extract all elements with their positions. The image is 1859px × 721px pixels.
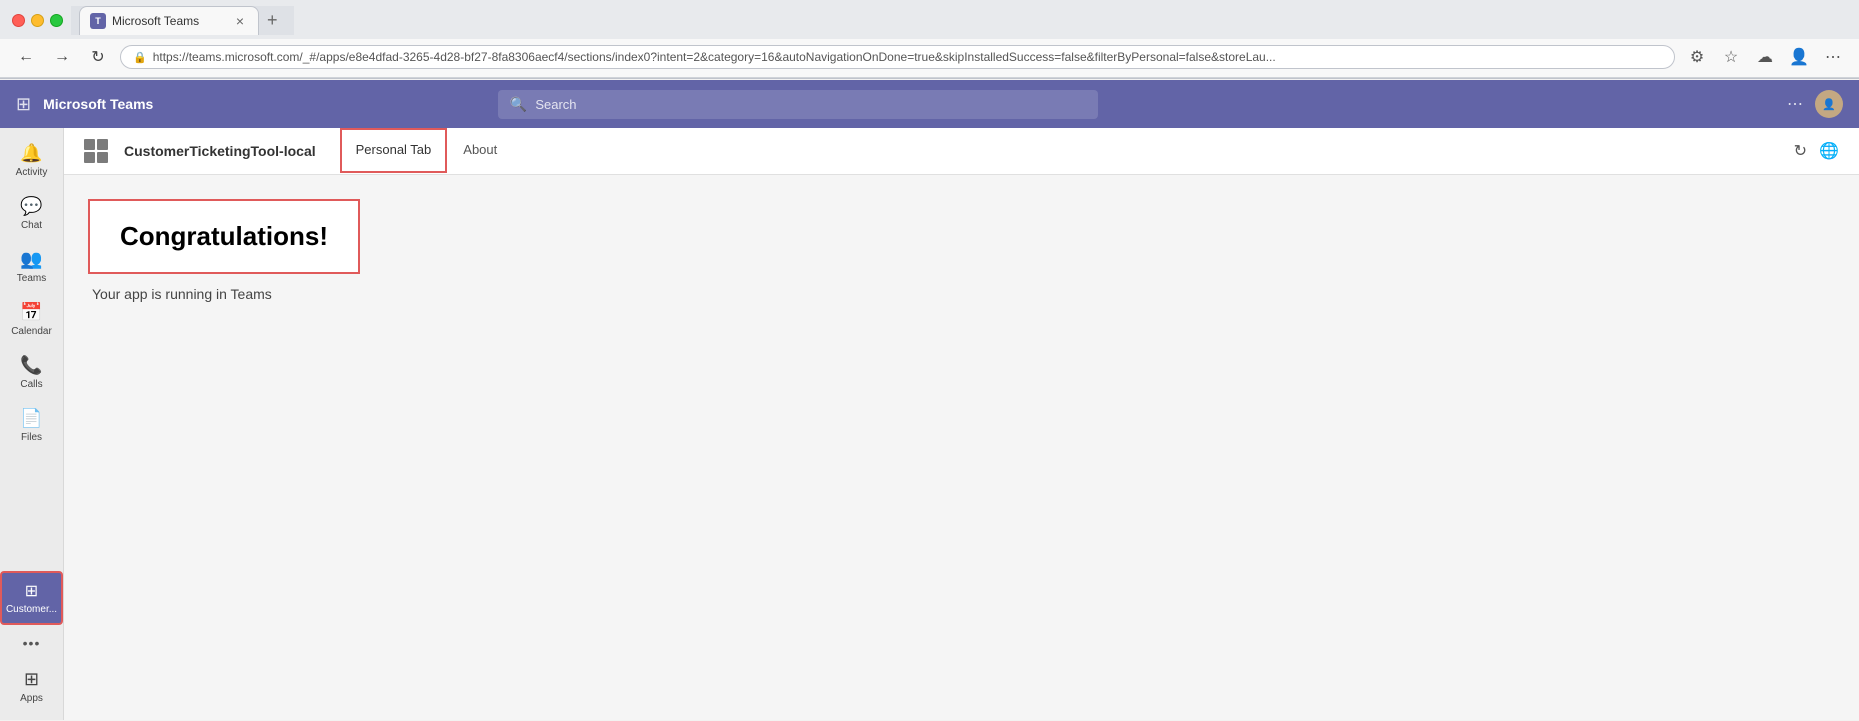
app-header-icon <box>84 139 108 163</box>
teams-app-title: Microsoft Teams <box>43 96 153 112</box>
traffic-lights <box>12 14 63 27</box>
tab-favicon: T <box>90 13 106 29</box>
browser-titlebar: T Microsoft Teams × + <box>0 0 1859 39</box>
tab-personal-tab[interactable]: Personal Tab <box>340 128 448 173</box>
chat-icon: 💬 <box>20 196 42 217</box>
more-icon: ••• <box>23 635 41 651</box>
tab-title: Microsoft Teams <box>112 14 199 28</box>
app-title: CustomerTicketingTool-local <box>124 143 316 159</box>
browser-favorites-icon[interactable]: ☆ <box>1717 43 1745 71</box>
sidebar-label-teams: Teams <box>17 273 46 284</box>
close-traffic-light[interactable] <box>12 14 25 27</box>
sidebar-item-more[interactable]: ••• <box>0 627 63 659</box>
nav-refresh-button[interactable]: ↻ <box>84 43 112 71</box>
browser-chrome: T Microsoft Teams × + ← → ↻ 🔒 https://te… <box>0 0 1859 79</box>
tab-personal-tab-label: Personal Tab <box>356 142 432 157</box>
sidebar-label-chat: Chat <box>21 220 42 231</box>
minimize-traffic-light[interactable] <box>31 14 44 27</box>
tab-about[interactable]: About <box>447 128 513 173</box>
browser-tab-teams[interactable]: T Microsoft Teams × <box>79 6 259 35</box>
fullscreen-traffic-light[interactable] <box>50 14 63 27</box>
app-header: CustomerTicketingTool-local Personal Tab… <box>64 127 1859 175</box>
calls-icon: 📞 <box>20 355 42 376</box>
sidebar-item-chat[interactable]: 💬 Chat <box>0 188 63 239</box>
teams-topbar-actions: ⋯ 👤 <box>1787 90 1843 118</box>
browser-more-icon[interactable]: ⋯ <box>1819 43 1847 71</box>
sidebar-item-teams[interactable]: 👥 Teams <box>0 241 63 292</box>
teams-topbar: ⊞ Microsoft Teams 🔍 Search ⋯ 👤 <box>0 80 1859 128</box>
congratulations-subtitle: Your app is running in Teams <box>92 286 1835 302</box>
browser-profile-icon[interactable]: 👤 <box>1785 43 1813 71</box>
address-bar[interactable]: 🔒 https://teams.microsoft.com/_#/apps/e8… <box>120 45 1675 69</box>
teams-layout: 🔔 Activity 💬 Chat 👥 Teams 📅 Calendar 📞 C… <box>0 127 1859 720</box>
toolbar-actions: ⚙ ☆ ☁ 👤 ⋯ <box>1683 43 1847 71</box>
calendar-icon: 📅 <box>20 302 42 323</box>
sidebar-label-activity: Activity <box>16 167 48 178</box>
new-tab-button[interactable]: + <box>259 6 286 35</box>
nav-forward-button[interactable]: → <box>48 43 76 71</box>
teams-grid-icon[interactable]: ⊞ <box>16 94 31 115</box>
sidebar-item-files[interactable]: 📄 Files <box>0 400 63 451</box>
address-lock-icon: 🔒 <box>133 51 147 64</box>
teams-more-icon[interactable]: ⋯ <box>1787 94 1803 114</box>
app-content: Congratulations! Your app is running in … <box>64 175 1859 720</box>
files-icon: 📄 <box>20 408 42 429</box>
teams-search-bar[interactable]: 🔍 Search <box>498 90 1098 119</box>
teams-main: CustomerTicketingTool-local Personal Tab… <box>64 127 1859 720</box>
app-header-actions: ↻ 🌐 <box>1794 141 1839 161</box>
sidebar-label-customer: Customer... <box>6 604 57 615</box>
tab-close-button[interactable]: × <box>236 13 244 29</box>
refresh-action-icon[interactable]: ↻ <box>1794 141 1807 161</box>
address-url: https://teams.microsoft.com/_#/apps/e8e4… <box>153 50 1662 64</box>
browser-toolbar: ← → ↻ 🔒 https://teams.microsoft.com/_#/a… <box>0 39 1859 78</box>
sidebar-item-customer[interactable]: ⊞ Customer... <box>0 571 63 625</box>
browser-collections-icon[interactable]: ☁ <box>1751 43 1779 71</box>
nav-back-button[interactable]: ← <box>12 43 40 71</box>
congratulations-box: Congratulations! <box>88 199 360 274</box>
browser-settings-icon[interactable]: ⚙ <box>1683 43 1711 71</box>
tab-bar: T Microsoft Teams × + <box>71 6 294 35</box>
teams-user-avatar[interactable]: 👤 <box>1815 90 1843 118</box>
congratulations-title: Congratulations! <box>120 221 328 252</box>
sidebar-item-calls[interactable]: 📞 Calls <box>0 347 63 398</box>
teams-search-icon: 🔍 <box>510 96 527 113</box>
sidebar-item-apps[interactable]: ⊞ Apps <box>0 661 63 712</box>
sidebar-item-activity[interactable]: 🔔 Activity <box>0 135 63 186</box>
sidebar-item-calendar[interactable]: 📅 Calendar <box>0 294 63 345</box>
apps-icon: ⊞ <box>24 669 39 690</box>
teams-sidebar: 🔔 Activity 💬 Chat 👥 Teams 📅 Calendar 📞 C… <box>0 127 64 720</box>
teams-search-placeholder: Search <box>535 97 576 112</box>
sidebar-label-files: Files <box>21 432 42 443</box>
activity-icon: 🔔 <box>20 143 42 164</box>
teams-icon: 👥 <box>20 249 42 270</box>
app-tabs: Personal Tab About <box>340 128 514 173</box>
sidebar-label-calls: Calls <box>20 379 42 390</box>
avatar-initials: 👤 <box>1822 98 1836 111</box>
sidebar-label-calendar: Calendar <box>11 326 52 337</box>
tab-about-label: About <box>463 142 497 157</box>
customer-app-icon: ⊞ <box>25 581 38 601</box>
globe-action-icon[interactable]: 🌐 <box>1819 141 1839 161</box>
sidebar-label-apps: Apps <box>20 693 43 704</box>
